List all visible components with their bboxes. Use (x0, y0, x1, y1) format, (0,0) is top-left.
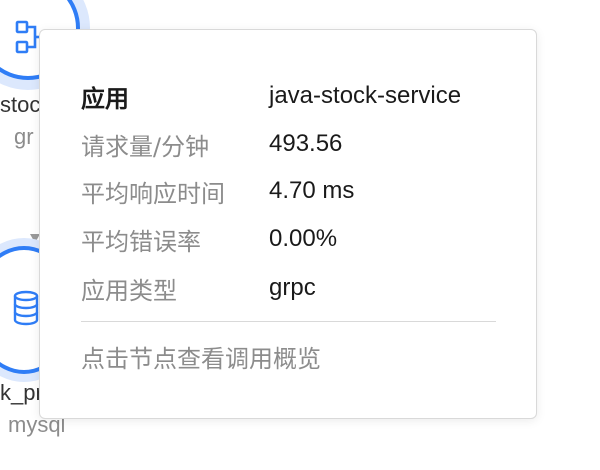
tooltip-value: 0.00% (269, 225, 338, 252)
tooltip-row-app: 应用 java-stock-service (81, 76, 496, 116)
tooltip-value: 4.70 ms (269, 177, 355, 204)
tooltip-key: 平均响应时间 (81, 179, 225, 208)
tooltip-row-requests: 请求量/分钟 493.56 (81, 124, 496, 164)
service-node-name: stoc (0, 92, 41, 117)
tooltip-value: java-stock-service (269, 82, 462, 109)
tooltip-value: grpc (269, 274, 316, 301)
tooltip-divider (81, 321, 496, 322)
database-icon (12, 290, 40, 326)
tooltip-key: 应用 (81, 84, 129, 113)
node-tooltip: 应用 java-stock-service 请求量/分钟 493.56 平均响应… (39, 29, 537, 419)
tooltip-key: 平均错误率 (81, 227, 201, 256)
topology-canvas[interactable]: stoc gr k_pr mysql 应用 java-stock-service… (0, 0, 600, 470)
database-node-name: k_pr (0, 380, 43, 405)
tooltip-row-error-rate: 平均错误率 0.00% (81, 219, 496, 259)
tooltip-value: 493.56 (269, 130, 343, 157)
tooltip-key: 应用类型 (81, 276, 177, 305)
tooltip-row-latency: 平均响应时间 4.70 ms (81, 171, 496, 211)
tooltip-row-app-type: 应用类型 grpc (81, 268, 496, 308)
tooltip-hint: 点击节点查看调用概览 (81, 344, 321, 373)
service-node-type: gr (14, 124, 34, 149)
tooltip-key: 请求量/分钟 (81, 132, 210, 161)
